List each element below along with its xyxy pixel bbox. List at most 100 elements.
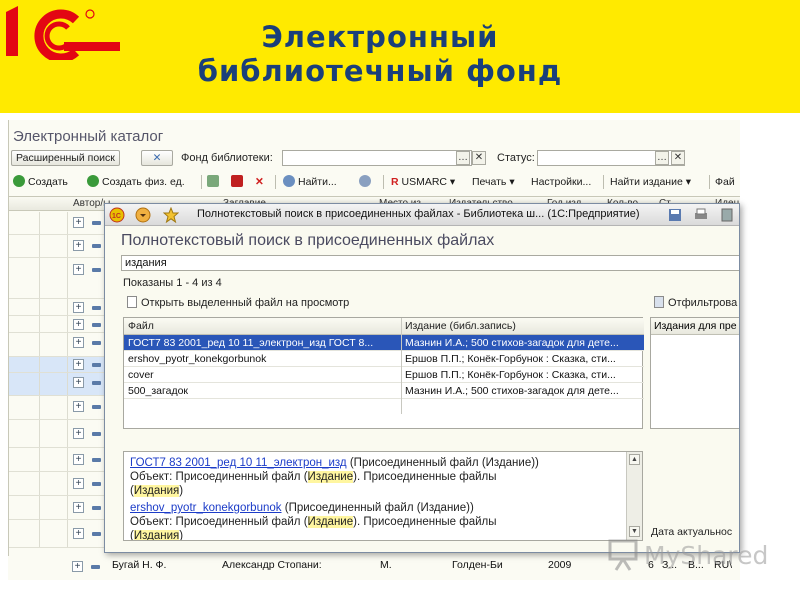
- record-icon: [92, 268, 101, 272]
- slide-title-line1: Электронный: [261, 20, 499, 54]
- print-label: Печать: [472, 176, 507, 188]
- snippet-kind: (Присоединенный файл (Издание)): [349, 457, 539, 469]
- snippet-link[interactable]: ershov_pyotr_konekgorbunok: [130, 502, 282, 514]
- result-row[interactable]: ershov_pyotr_konekgorbunok Ершов П.П.; К…: [124, 351, 644, 367]
- dialog-window-title: Полнотекстовый поиск в присоединенных фа…: [197, 208, 640, 220]
- copy-icon[interactable]: [207, 174, 222, 190]
- clear-search-button[interactable]: ✕: [141, 150, 173, 166]
- result-row[interactable]: cover Ершов П.П.; Конёк-Горбунок : Сказк…: [124, 367, 644, 383]
- filter-button[interactable]: Отфильтрова: [654, 296, 737, 309]
- cell-place: М.: [380, 559, 392, 571]
- fund-label: Фонд библиотеки:: [181, 152, 273, 164]
- record-icon: [92, 482, 101, 486]
- result-row[interactable]: 500_загадок Мазнин И.А.; 500 стихов-зага…: [124, 383, 644, 399]
- snippet-paren-close: ): [179, 530, 184, 541]
- open-file-label: Открыть выделенный файл на просмотр: [141, 297, 350, 309]
- col-file[interactable]: Файл: [128, 320, 154, 332]
- fund-clear-icon[interactable]: ✕: [472, 151, 486, 165]
- magnifier-icon: [283, 175, 295, 187]
- snippets-scrollbar[interactable]: ▲ ▼: [626, 452, 642, 540]
- create-person-button[interactable]: Создать физ. ед.: [87, 174, 185, 190]
- delete-icon[interactable]: ✕: [255, 174, 264, 190]
- snippet-paren-close: ): [179, 485, 184, 497]
- col-edition[interactable]: Издание (библ.запись): [405, 320, 516, 332]
- expand-icon[interactable]: +: [73, 240, 84, 251]
- window-menu-icon[interactable]: [135, 207, 151, 223]
- results-count: Показаны 1 - 4 из 4: [123, 277, 222, 289]
- status-select-icon[interactable]: …: [655, 151, 669, 165]
- snippet-2: ershov_pyotr_konekgorbunok (Присоединенн…: [130, 501, 620, 541]
- record-icon: [92, 458, 101, 462]
- snippet-object-prefix: Объект: Присоединенный файл (: [130, 516, 308, 528]
- result-edition: Мазнин И.А.; 500 стихов-загадок для дете…: [405, 337, 619, 349]
- record-icon: [92, 381, 101, 385]
- svg-text:1C: 1C: [112, 213, 121, 220]
- catalog-title: Электронный каталог: [13, 128, 164, 145]
- slide-title: Электронный библиотечный фонд: [130, 20, 630, 88]
- file-button[interactable]: Фай: [715, 174, 735, 190]
- print-button[interactable]: Печать ▾: [472, 174, 515, 190]
- mark-delete-icon[interactable]: [231, 174, 246, 190]
- record-icon: [92, 306, 101, 310]
- expand-icon[interactable]: +: [73, 302, 84, 313]
- favorite-star-icon[interactable]: [163, 207, 179, 223]
- record-icon: [91, 565, 100, 569]
- toolbar-separator: [383, 175, 384, 189]
- toolbar-separator: [603, 175, 604, 189]
- dialog-heading: Полнотекстовый поиск в присоединенных фа…: [121, 232, 495, 249]
- results-table: Файл Издание (библ.запись) ГОСТ7 83 2001…: [123, 317, 644, 429]
- expand-icon[interactable]: +: [73, 319, 84, 330]
- expand-icon[interactable]: +: [73, 454, 84, 465]
- expand-icon[interactable]: +: [73, 359, 84, 370]
- expand-icon[interactable]: +: [73, 528, 84, 539]
- calculator-icon[interactable]: [719, 207, 735, 223]
- record-icon: [92, 506, 101, 510]
- expand-icon[interactable]: +: [73, 502, 84, 513]
- result-edition: Мазнин И.А.; 500 стихов-загадок для дете…: [405, 385, 619, 397]
- watermark: MyShared: [606, 535, 771, 575]
- fund-select-icon[interactable]: …: [456, 151, 470, 165]
- expand-icon[interactable]: +: [73, 264, 84, 275]
- find-button[interactable]: Найти...: [283, 174, 337, 190]
- search-query-input[interactable]: издания: [121, 255, 739, 271]
- record-icon: [92, 341, 101, 345]
- cancel-search-icon[interactable]: [359, 174, 374, 190]
- 1c-logo: [6, 6, 120, 60]
- record-icon: [92, 405, 101, 409]
- result-row-selected[interactable]: ГОСТ7 83 2001_ред 10 11_электрон_изд ГОС…: [124, 335, 644, 351]
- fund-field[interactable]: [282, 150, 472, 166]
- print-icon[interactable]: [693, 207, 709, 223]
- create-label: Создать: [28, 176, 68, 188]
- status-clear-icon[interactable]: ✕: [671, 151, 685, 165]
- expand-icon[interactable]: +: [73, 428, 84, 439]
- expand-icon[interactable]: +: [73, 478, 84, 489]
- settings-button[interactable]: Настройки...: [531, 174, 591, 190]
- snippet-highlight: Издания: [133, 530, 180, 541]
- snippet-kind: (Присоединенный файл (Издание)): [284, 502, 474, 514]
- usmarc-button[interactable]: R USMARC ▾: [391, 174, 455, 190]
- open-selected-file-button[interactable]: Открыть выделенный файл на просмотр: [127, 296, 349, 309]
- save-icon[interactable]: [667, 207, 683, 223]
- catalog-toolbar: Создать Создать физ. ед. ✕ Найти... R US…: [9, 172, 740, 192]
- add-icon: [87, 175, 99, 187]
- results-header: Файл Издание (библ.запись): [124, 318, 644, 335]
- expand-icon[interactable]: +: [73, 377, 84, 388]
- expand-icon[interactable]: +: [73, 401, 84, 412]
- cell-author: Бугай Н. Ф.: [112, 559, 167, 571]
- add-icon: [13, 175, 25, 187]
- dialog-titlebar: 1C Полнотекстовый поиск в присоединенных…: [105, 204, 739, 226]
- find-edition-button[interactable]: Найти издание ▾: [610, 174, 691, 190]
- record-icon: [92, 363, 101, 367]
- catalog-search-row: Расширенный поиск ✕ Фонд библиотеки: … ✕…: [9, 149, 740, 167]
- expand-icon[interactable]: +: [73, 337, 84, 348]
- expand-icon[interactable]: +: [72, 561, 83, 572]
- expand-icon[interactable]: +: [73, 217, 84, 228]
- scroll-up-icon[interactable]: ▲: [629, 454, 640, 465]
- status-label: Статус:: [497, 152, 535, 164]
- cell-title: Александр Стопани:: [222, 559, 322, 571]
- advanced-search-button[interactable]: Расширенный поиск: [11, 150, 120, 166]
- result-file: 500_загадок: [128, 385, 189, 397]
- record-icon: [92, 244, 101, 248]
- snippet-link[interactable]: ГОСТ7 83 2001_ред 10 11_электрон_изд: [130, 457, 347, 469]
- create-button[interactable]: Создать: [13, 174, 68, 190]
